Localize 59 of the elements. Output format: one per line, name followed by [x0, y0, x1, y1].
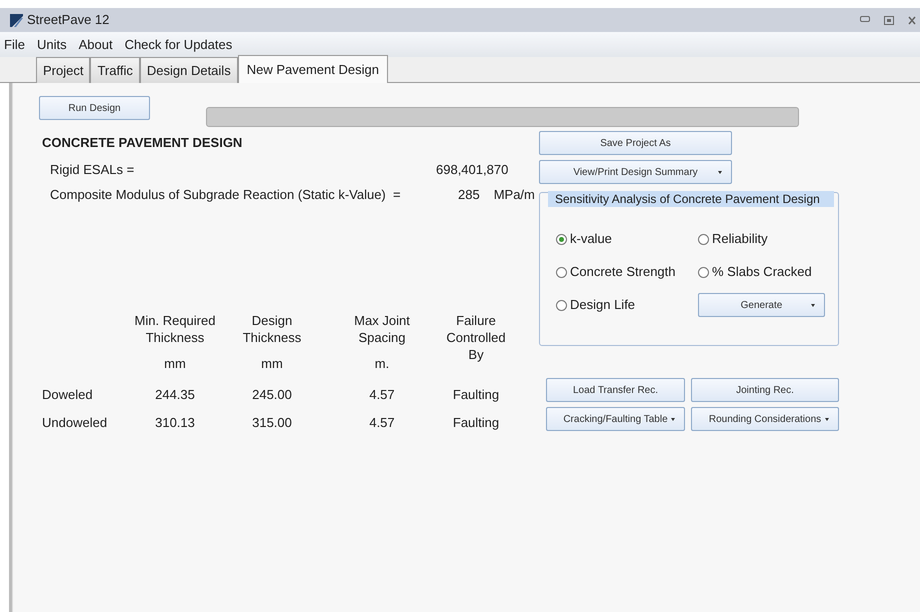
- menu-item[interactable]: Units: [36, 34, 67, 54]
- table-cell: 310.13: [155, 414, 195, 430]
- result-value: 285: [458, 186, 480, 204]
- table-cell: 244.35: [155, 387, 195, 402]
- caret-icon: [671, 418, 675, 421]
- run-design-button[interactable]: Run Design: [39, 96, 150, 120]
- tab[interactable]: New Pavement Design: [238, 54, 388, 83]
- window-title: StreetPave 12: [27, 11, 110, 30]
- group-title: Sensitivity Analysis of Concrete Pavement Design: [548, 191, 834, 207]
- result-value: 698,401,870: [436, 160, 508, 178]
- result-label: Composite Modulus of Subgrade Reaction (Static k-Value) =: [50, 186, 402, 204]
- radio-button[interactable]: [556, 234, 567, 244]
- tab[interactable]: Design Details: [140, 56, 238, 83]
- menu-item[interactable]: About: [78, 34, 113, 54]
- option-label[interactable]: % Slabs Cracked: [712, 262, 812, 282]
- column-header: Max Joint Spacing: [353, 312, 411, 346]
- caret-icon: [825, 418, 829, 421]
- option-label[interactable]: k-value: [570, 229, 612, 249]
- radio-button[interactable]: [556, 300, 567, 310]
- dropdown-button[interactable]: Rounding Considerations: [691, 407, 839, 431]
- tab[interactable]: Traffic: [90, 56, 140, 83]
- radio-button[interactable]: [698, 234, 709, 244]
- section-heading: CONCRETE PAVEMENT DESIGN: [42, 134, 244, 152]
- column-header: Design Thickness: [242, 312, 302, 346]
- unit-label: m.: [374, 354, 390, 372]
- unit-label: MPa/m: [494, 186, 535, 204]
- row-label: Undoweled: [42, 414, 108, 432]
- maximize-icon[interactable]: [884, 16, 894, 24]
- table-cell: Faulting: [452, 387, 500, 402]
- close-icon[interactable]: [908, 16, 916, 24]
- table-cell: 4.57: [369, 387, 395, 402]
- unit-label: mm: [261, 354, 283, 372]
- menu-item[interactable]: File: [4, 34, 25, 54]
- caret-icon: [718, 171, 722, 174]
- unit-label: mm: [164, 354, 186, 372]
- action-button[interactable]: Load Transfer Rec.: [546, 378, 685, 402]
- radio-button[interactable]: [556, 266, 567, 278]
- table-cell: Faulting: [452, 414, 500, 430]
- table-cell: 4.57: [369, 414, 395, 430]
- action-button[interactable]: Jointing Rec.: [691, 378, 839, 402]
- app-logo-icon: [10, 14, 23, 26]
- generate-dropdown[interactable]: Generate: [698, 293, 825, 317]
- summary-dropdown[interactable]: View/Print Design Summary: [539, 160, 732, 184]
- save-button[interactable]: Save Project As: [539, 131, 732, 155]
- menu-item[interactable]: Check for Updates: [124, 34, 232, 54]
- option-label[interactable]: Design Life: [570, 295, 636, 315]
- column-header: Failure Controlled By: [445, 312, 507, 362]
- radio-button[interactable]: [698, 266, 709, 278]
- column-header: Min. Required Thickness: [134, 312, 216, 346]
- tab[interactable]: Project: [36, 56, 90, 83]
- result-label: Rigid ESALs =: [50, 160, 136, 179]
- table-cell: 245.00: [252, 387, 292, 402]
- dropdown-button[interactable]: Cracking/Faulting Table: [546, 407, 685, 431]
- row-label: Doweled: [42, 386, 94, 404]
- minimize-icon[interactable]: [860, 16, 870, 22]
- table-cell: 315.00: [252, 414, 292, 430]
- option-label[interactable]: Reliability: [712, 229, 768, 249]
- option-label[interactable]: Concrete Strength: [570, 262, 676, 282]
- caret-icon: [811, 304, 815, 307]
